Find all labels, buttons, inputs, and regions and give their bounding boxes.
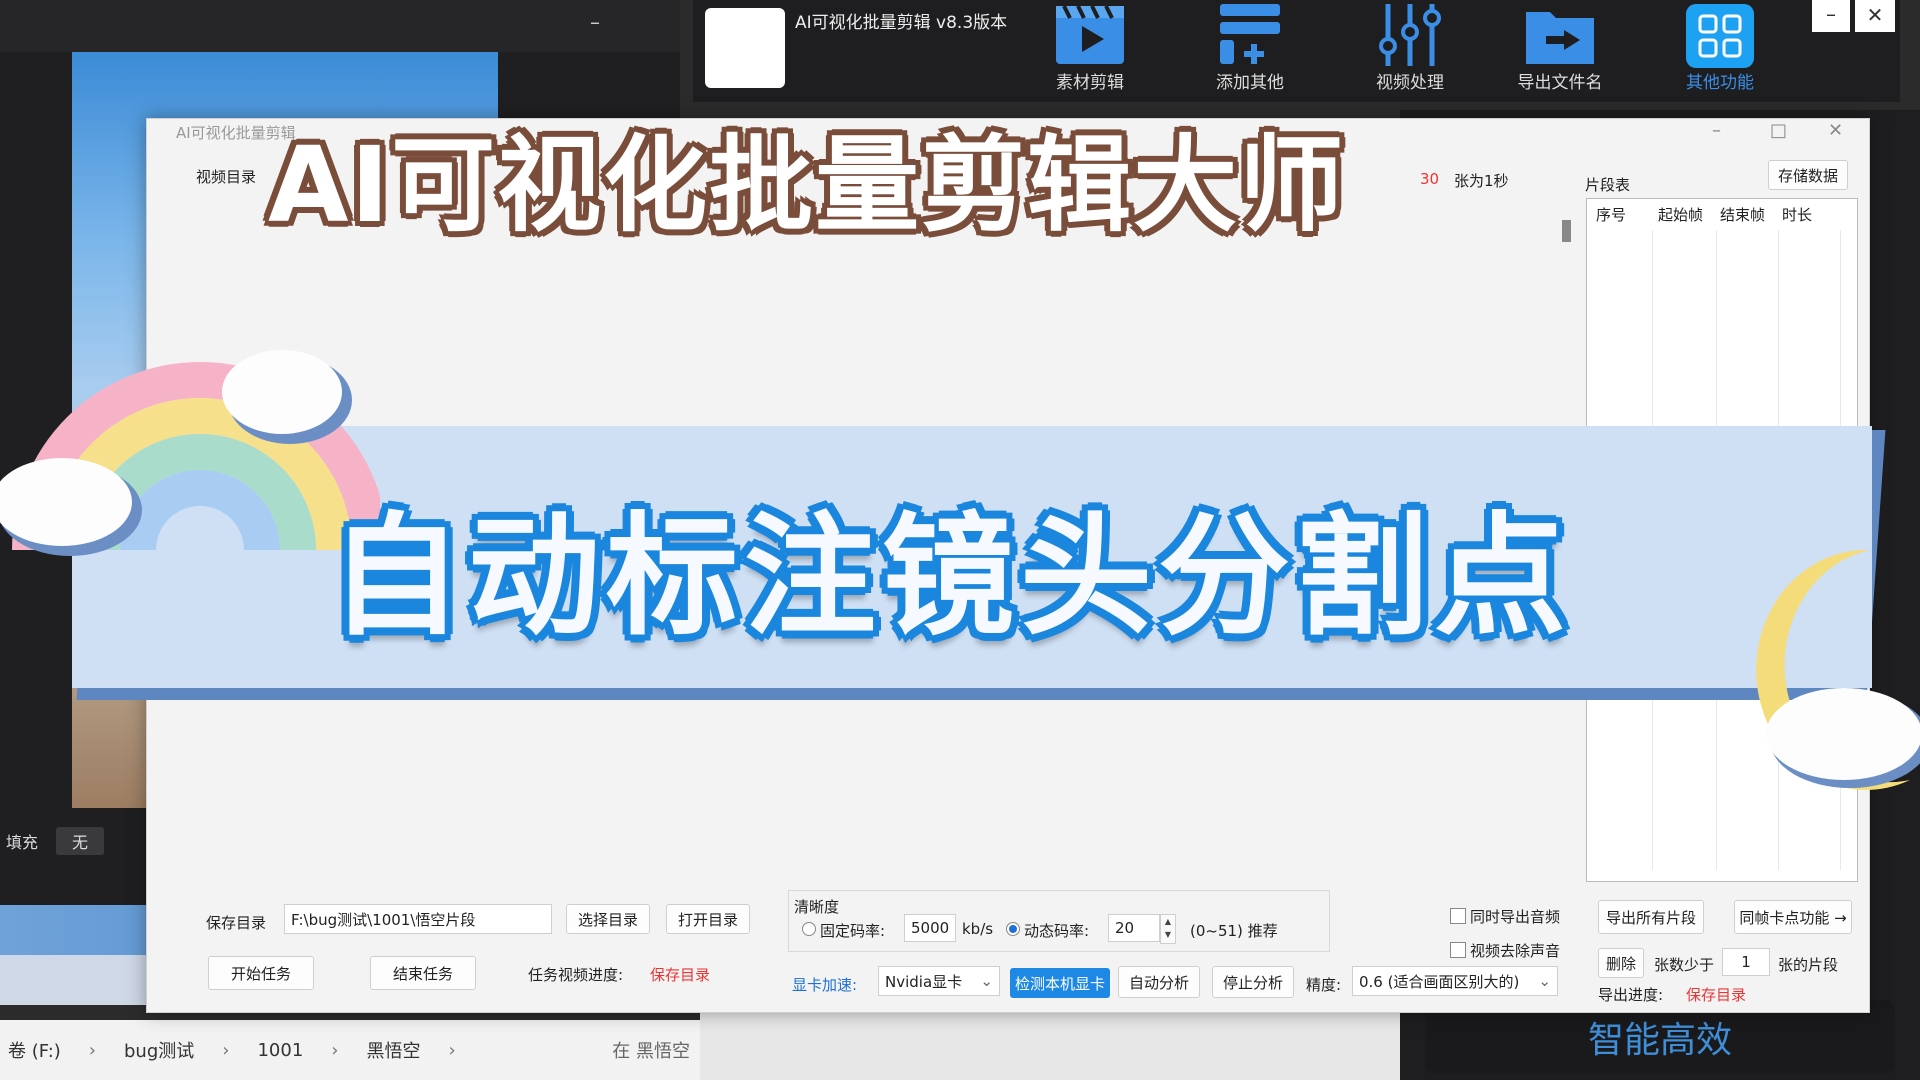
- frames-suffix: 张为1秒: [1454, 172, 1509, 190]
- chevron-right-icon: ›: [331, 1039, 339, 1061]
- auto-analyze-button[interactable]: 自动分析: [1118, 966, 1200, 998]
- window-minimize-button[interactable]: –: [1712, 120, 1721, 141]
- explorer-search[interactable]: 在 黑悟空: [612, 1037, 690, 1063]
- save-dir-label: 保存目录: [206, 914, 267, 932]
- gpu-select-value: Nvidia显卡: [885, 972, 963, 991]
- chevron-right-icon: ›: [448, 1039, 456, 1061]
- sliders-icon: [1374, 2, 1446, 68]
- precision-select[interactable]: 0.6 (适合画面区别大的) ⌄: [1352, 966, 1558, 996]
- remove-audio-checkbox[interactable]: [1450, 942, 1466, 958]
- breadcrumb-item[interactable]: bug测试: [124, 1037, 194, 1063]
- moon-sticker: [1756, 549, 1920, 790]
- video-dir-label: 视频目录: [196, 168, 257, 186]
- count-suffix: 张的片段: [1778, 956, 1839, 974]
- bitrate-unit: kb/s: [962, 920, 994, 938]
- dynamic-bitrate-input[interactable]: 20: [1108, 914, 1160, 942]
- detect-gpu-button[interactable]: 检测本机显卡: [1010, 968, 1110, 998]
- range-hint: (0~51) 推荐: [1190, 922, 1278, 940]
- fixed-bitrate-input[interactable]: 5000: [904, 914, 956, 942]
- fill-row: 填充 无: [0, 826, 156, 856]
- choose-dir-button[interactable]: 选择目录: [566, 904, 650, 934]
- window-close-button[interactable]: ✕: [1828, 120, 1843, 141]
- clarity-label: 清晰度: [794, 898, 840, 916]
- background-minimize[interactable]: –: [590, 10, 600, 34]
- fill-label: 填充: [6, 833, 39, 852]
- add-layers-icon: [1214, 2, 1286, 68]
- fill-value[interactable]: 无: [56, 827, 105, 855]
- tool-label: 导出文件名: [1517, 73, 1603, 93]
- folder-export-icon: [1524, 2, 1596, 68]
- export-audio-label: 同时导出音频: [1470, 908, 1561, 926]
- fixed-bitrate-label: 固定码率:: [820, 922, 886, 940]
- precision-select-value: 0.6 (适合画面区别大的): [1359, 972, 1520, 991]
- task-progress-value: 保存目录: [650, 966, 711, 984]
- chevron-down-icon: ⌄: [980, 972, 993, 990]
- open-dir-button[interactable]: 打开目录: [666, 904, 750, 934]
- banner-text: 自动标注镜头分割点: [330, 500, 1572, 654]
- delete-button[interactable]: 删除: [1598, 948, 1644, 978]
- segment-table-header: 序号 起始帧 结束帧 时长: [1596, 204, 1846, 230]
- tool-other-features[interactable]: 其他功能: [1655, 2, 1785, 100]
- count-less-label: 张数少于: [1654, 956, 1715, 974]
- scrollbar-thumb[interactable]: [1562, 220, 1571, 242]
- tool-export-filename[interactable]: 导出文件名: [1495, 2, 1625, 100]
- fixed-bitrate-radio[interactable]: [802, 922, 816, 936]
- app-title: AI可视化批量剪辑 v8.3版本: [795, 13, 1008, 33]
- frames-value: 30: [1420, 170, 1440, 188]
- col-end-frame: 结束帧: [1720, 206, 1766, 224]
- chevron-down-icon: ⌄: [1538, 972, 1551, 990]
- tool-material-edit[interactable]: 素材剪辑: [1025, 2, 1155, 100]
- same-frame-beat-button[interactable]: 同帧卡点功能 →: [1734, 900, 1852, 934]
- export-all-segments-button[interactable]: 导出所有片段: [1598, 900, 1704, 934]
- explorer-breadcrumb: 卷 (F:) › bug测试 › 1001 › 黑悟空 › 在 黑悟空: [0, 1020, 700, 1080]
- remove-audio-label: 视频去除声音: [1470, 942, 1561, 960]
- tool-label: 素材剪辑: [1056, 73, 1124, 93]
- cloud-sticker: [0, 458, 142, 556]
- film-play-icon: [1054, 2, 1126, 68]
- export-audio-checkbox[interactable]: [1450, 908, 1466, 924]
- precision-label: 精度:: [1306, 976, 1342, 994]
- window-maximize-button[interactable]: □: [1770, 120, 1787, 141]
- gpu-select[interactable]: Nvidia显卡 ⌄: [878, 966, 1000, 996]
- tool-video-process[interactable]: 视频处理: [1345, 2, 1475, 100]
- tool-label: 视频处理: [1376, 73, 1444, 93]
- tool-label: 添加其他: [1216, 73, 1284, 93]
- export-progress-value: 保存目录: [1686, 986, 1747, 1004]
- breadcrumb-item[interactable]: 1001: [257, 1040, 303, 1061]
- store-data-button[interactable]: 存储数据: [1768, 160, 1848, 190]
- grid-apps-icon: [1684, 2, 1756, 68]
- save-dir-input[interactable]: F:\bug测试\1001\悟空片段: [284, 904, 552, 934]
- headline-text: AI可视化批量剪辑大师: [268, 124, 1346, 246]
- segment-table-label: 片段表: [1585, 176, 1631, 194]
- col-duration: 时长: [1782, 206, 1813, 224]
- background-editor-topbar: –: [0, 0, 680, 52]
- export-progress-label: 导出进度:: [1598, 986, 1664, 1004]
- toolbar-minimize-button[interactable]: –: [1812, 0, 1850, 32]
- bitrate-spinner[interactable]: ▲ ▼: [1160, 914, 1176, 944]
- chevron-right-icon: ›: [222, 1039, 230, 1061]
- tool-label: 其他功能: [1686, 73, 1754, 93]
- dynamic-bitrate-radio[interactable]: [1006, 922, 1020, 936]
- dynamic-bitrate-label: 动态码率:: [1024, 922, 1090, 940]
- tool-add-other[interactable]: 添加其他: [1185, 2, 1315, 100]
- gpu-label: 显卡加速:: [792, 976, 858, 994]
- app-logo: [705, 8, 785, 88]
- start-task-button[interactable]: 开始任务: [208, 956, 314, 990]
- col-start-frame: 起始帧: [1658, 206, 1704, 224]
- end-task-button[interactable]: 结束任务: [370, 956, 476, 990]
- chevron-right-icon: ›: [88, 1039, 96, 1061]
- col-index: 序号: [1596, 206, 1627, 224]
- breadcrumb-item[interactable]: 黑悟空: [366, 1037, 420, 1063]
- toolbar-close-button[interactable]: ✕: [1855, 0, 1895, 32]
- task-progress-label: 任务视频进度:: [528, 966, 624, 984]
- count-input[interactable]: 1: [1722, 948, 1770, 976]
- stop-analyze-button[interactable]: 停止分析: [1212, 966, 1294, 998]
- breadcrumb-drive[interactable]: 卷 (F:): [8, 1037, 61, 1063]
- background-bottom-area: [700, 1010, 1400, 1080]
